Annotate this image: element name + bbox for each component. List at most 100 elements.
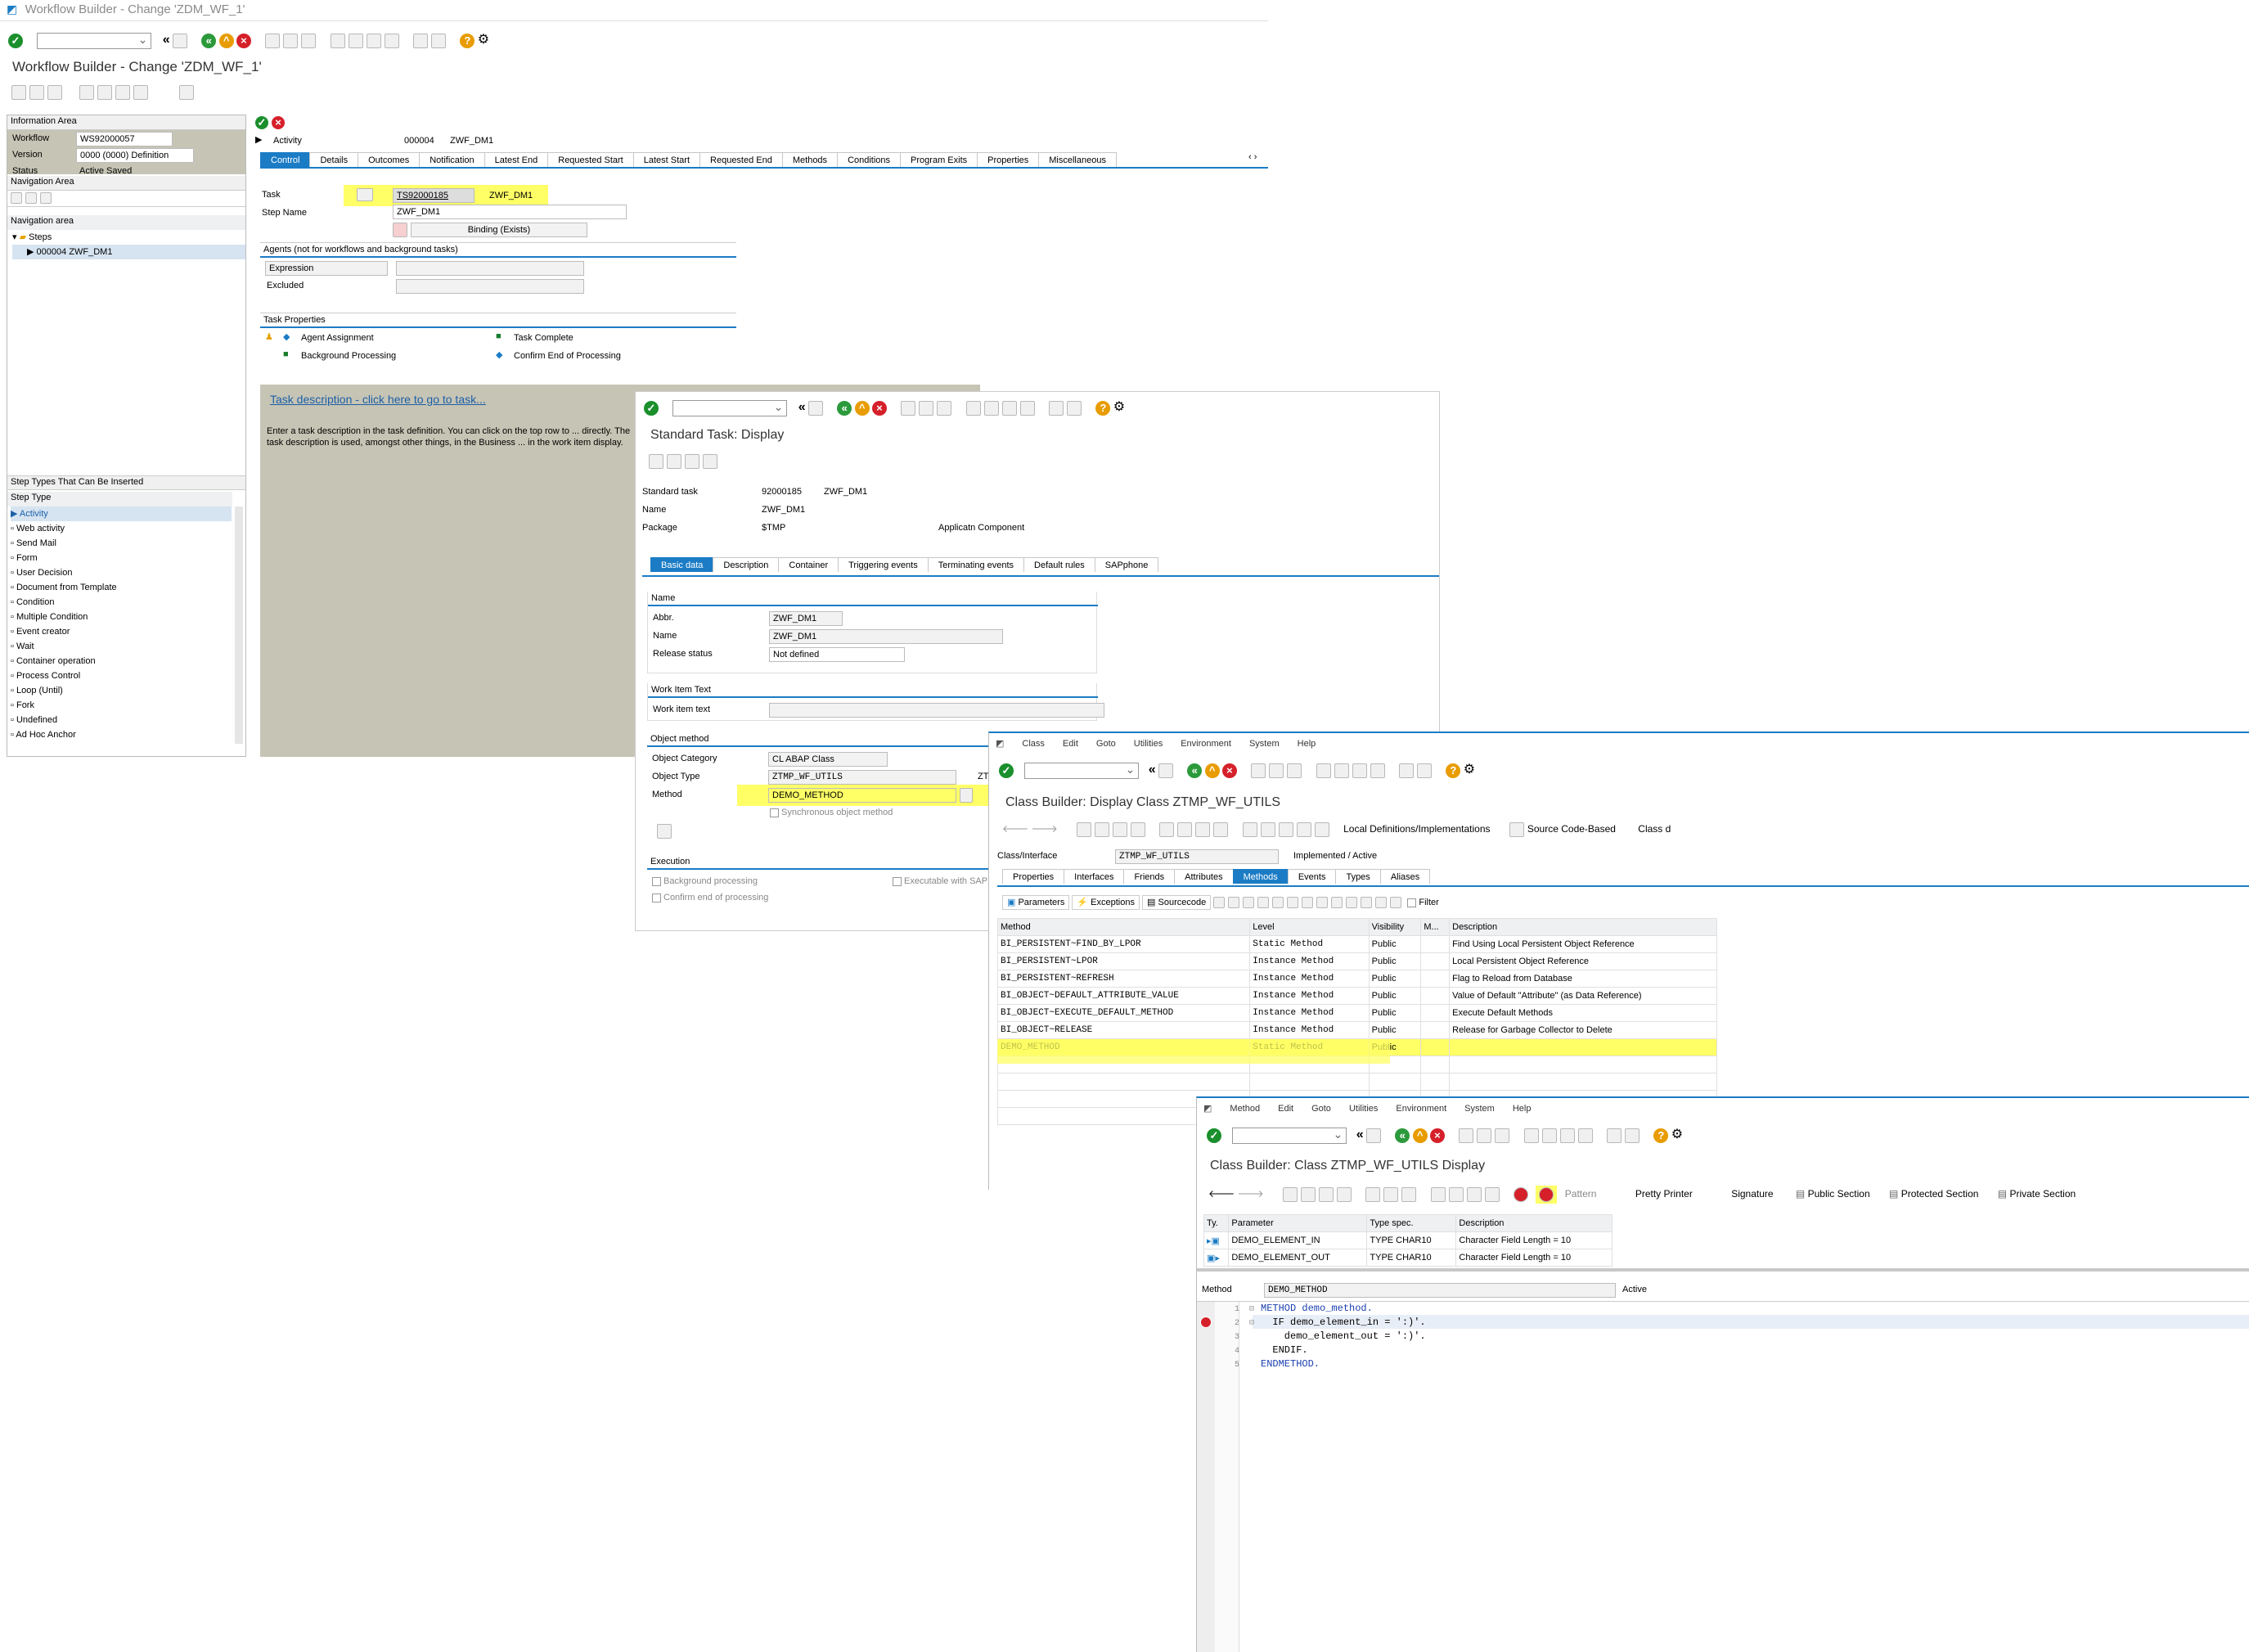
check-icon[interactable]	[115, 85, 131, 100]
pencil-icon[interactable]	[97, 85, 113, 100]
agents-icon[interactable]	[667, 454, 681, 469]
confirm-end-checkbox[interactable]: Confirm end of processing	[652, 893, 768, 903]
help-icon[interactable]: ?	[1446, 763, 1461, 778]
exit-icon[interactable]: ^	[1204, 763, 1220, 778]
agents-icon[interactable]	[79, 85, 95, 100]
sync-checkbox[interactable]: Synchronous object method	[770, 808, 893, 817]
filter-icon[interactable]	[1375, 897, 1388, 909]
filter-icon[interactable]	[1296, 822, 1311, 837]
upload-icon[interactable]	[1448, 1187, 1464, 1202]
save-icon[interactable]	[1158, 763, 1173, 778]
where-used-icon[interactable]	[1365, 1187, 1381, 1202]
tab-latest-start[interactable]: Latest Start	[632, 152, 701, 167]
exit-icon[interactable]: ^	[218, 33, 234, 48]
step-type-item[interactable]: ▫ Ad Hoc Anchor	[11, 727, 232, 742]
new-session-icon[interactable]	[1049, 400, 1064, 416]
menu-utilities[interactable]: Utilities	[1134, 739, 1163, 749]
test-icon[interactable]	[1337, 1187, 1352, 1202]
command-field[interactable]	[1024, 762, 1140, 779]
tree-node-steps[interactable]: ▾ ▰ Steps	[12, 230, 245, 245]
prev-page-icon[interactable]	[348, 33, 363, 48]
pencil-icon[interactable]	[1383, 1187, 1399, 1202]
abbr-field[interactable]: ZWF_DM1	[769, 611, 843, 626]
step-type-item[interactable]: ▫ Wait	[11, 639, 232, 654]
last-page-icon[interactable]	[1370, 763, 1385, 778]
menu-goto[interactable]: Goto	[1096, 739, 1116, 749]
prev-page-icon[interactable]	[1334, 763, 1349, 778]
tab-sapphone[interactable]: SAPphone	[1094, 557, 1159, 572]
code-line[interactable]: 1 ⊟ METHOD demo_method.	[1215, 1302, 2246, 1316]
step-type-item[interactable]: ▫ Web activity	[11, 521, 232, 536]
table-row[interactable]: BI_PERSISTENT~LPOR Instance Method Public L…	[996, 952, 1717, 970]
table-row[interactable]: BI_PERSISTENT~REFRESH Instance Method Publ…	[996, 970, 1717, 988]
tab-methods[interactable]: Methods	[1232, 869, 1289, 884]
where-used-icon[interactable]	[1159, 822, 1175, 837]
tab-latest-end[interactable]: Latest End	[484, 152, 549, 167]
step-type-item[interactable]: ▫ Form	[11, 551, 232, 565]
first-page-icon[interactable]	[1523, 1128, 1539, 1143]
copy-icon[interactable]	[29, 85, 44, 100]
tabs-nav-icon[interactable]: ‹ ›	[1248, 152, 1257, 162]
find-next-icon[interactable]	[937, 400, 952, 416]
column-header[interactable]: M...	[1420, 918, 1451, 936]
edit-icon[interactable]	[47, 85, 62, 100]
release-select[interactable]: Not defined	[769, 647, 905, 662]
filter-checkbox[interactable]: Filter	[1407, 898, 1439, 907]
next-page-icon[interactable]	[1559, 1128, 1575, 1143]
nav-fwd-icon[interactable]	[25, 191, 37, 204]
enter-icon[interactable]: ✓	[8, 33, 23, 48]
prev-page-icon[interactable]	[1541, 1128, 1557, 1143]
check-icon[interactable]	[1095, 822, 1110, 837]
layout-icon[interactable]	[178, 85, 194, 100]
find-icon[interactable]	[1477, 1128, 1492, 1143]
back-icon[interactable]: «	[1395, 1128, 1410, 1143]
splitter[interactable]	[1197, 1268, 2249, 1272]
first-page-icon[interactable]	[965, 400, 981, 416]
code-line[interactable]: 3 demo_element_out = ':)'.	[1215, 1330, 2246, 1344]
back-icon[interactable]: «	[1187, 763, 1203, 778]
binding-icon[interactable]	[393, 223, 407, 237]
activate-icon[interactable]	[1319, 1187, 1334, 1202]
menu-system[interactable]: System	[1464, 1104, 1495, 1114]
exec-sap-checkbox[interactable]: Executable with SAP	[893, 876, 987, 886]
column-header[interactable]: Parameter	[1228, 1214, 1368, 1232]
bg-proc-checkbox[interactable]: Background processing	[652, 876, 758, 886]
docs-icon[interactable]	[1484, 1187, 1500, 1202]
paste-icon[interactable]	[1257, 897, 1270, 909]
version-select[interactable]: 0000 (0000) Definition	[76, 148, 194, 163]
source-based-button[interactable]: Source Code-Based	[1527, 823, 1616, 835]
undo-icon[interactable]	[1302, 897, 1314, 909]
tab-properties[interactable]: Properties	[1002, 869, 1065, 884]
step-type-item[interactable]: ▶ Activity	[11, 506, 232, 521]
back-arrows-icon[interactable]: «	[1356, 1128, 1364, 1141]
sourcecode-button[interactable]: ▤ Sourcecode	[1142, 895, 1212, 910]
name2-field[interactable]: ZWF_DM1	[769, 629, 1003, 644]
copy-icon[interactable]	[1243, 897, 1255, 909]
back-arrows-icon[interactable]: «	[1149, 763, 1156, 776]
method-f4-icon[interactable]	[960, 788, 973, 803]
tab-container[interactable]: Container	[778, 557, 839, 572]
expression-select[interactable]: Expression	[265, 261, 388, 276]
tab-default-rules[interactable]: Default rules	[1023, 557, 1095, 572]
navigate-icon[interactable]	[1213, 822, 1229, 837]
print-icon[interactable]	[1459, 1128, 1474, 1143]
binding-button[interactable]: Binding (Exists)	[411, 223, 587, 237]
column-header[interactable]: Method	[996, 918, 1251, 936]
cancel-step-icon[interactable]: ×	[272, 116, 285, 129]
arrow-left-icon[interactable]: 🡐	[1208, 1188, 1235, 1200]
local-defs-button[interactable]: Local Definitions/Implementations	[1343, 823, 1490, 835]
code-editor[interactable]: 1 ⊟ METHOD demo_method. 2 ⊟ IF demo_elemen…	[1197, 1301, 2249, 1652]
table-row[interactable]: BI_OBJECT~EXECUTE_DEFAULT_METHOD Instance…	[996, 1004, 1717, 1022]
command-field[interactable]	[672, 399, 788, 416]
step-type-item[interactable]: ▫ Event creator	[11, 624, 232, 639]
menu-utilities[interactable]: Utilities	[1349, 1104, 1378, 1114]
menu-edit[interactable]: Edit	[1278, 1104, 1293, 1114]
shortcut-icon[interactable]	[1417, 763, 1432, 778]
command-field[interactable]	[1232, 1127, 1347, 1144]
column-header[interactable]: Level	[1249, 918, 1370, 936]
new-session-icon[interactable]	[1607, 1128, 1622, 1143]
exit-icon[interactable]: ^	[1412, 1128, 1428, 1143]
tab-outcomes[interactable]: Outcomes	[358, 152, 421, 167]
help-icon[interactable]: ?	[1653, 1128, 1669, 1143]
step-type-item[interactable]: ▫ User Decision	[11, 565, 232, 580]
